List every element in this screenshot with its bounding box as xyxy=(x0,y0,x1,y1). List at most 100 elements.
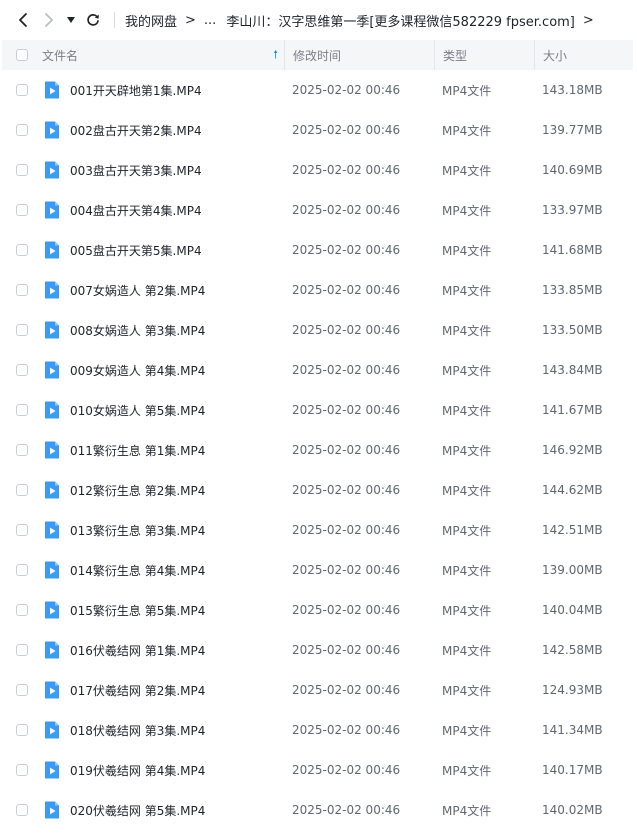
file-name[interactable]: 016伏羲结网 第1集.MP4 xyxy=(70,642,205,659)
file-row[interactable]: 007女娲造人 第2集.MP4 2025-02-02 00:46 MP4文件 1… xyxy=(2,270,633,310)
file-name[interactable]: 001开天辟地第1集.MP4 xyxy=(70,82,202,99)
back-button[interactable] xyxy=(10,7,36,33)
video-file-icon xyxy=(45,81,59,99)
row-checkbox[interactable] xyxy=(16,444,28,456)
file-name[interactable]: 010女娲造人 第5集.MP4 xyxy=(70,402,205,419)
video-file-icon xyxy=(45,281,59,299)
row-checkbox[interactable] xyxy=(16,84,28,96)
row-check-cell xyxy=(2,484,42,496)
row-checkbox[interactable] xyxy=(16,284,28,296)
row-checkbox[interactable] xyxy=(16,124,28,136)
file-name[interactable]: 005盘古开天第5集.MP4 xyxy=(70,242,202,259)
file-name[interactable]: 004盘古开天第4集.MP4 xyxy=(70,202,202,219)
row-check-cell xyxy=(2,284,42,296)
file-type: MP4文件 xyxy=(442,83,492,98)
file-row[interactable]: 016伏羲结网 第1集.MP4 2025-02-02 00:46 MP4文件 1… xyxy=(2,630,633,670)
row-checkbox[interactable] xyxy=(16,764,28,776)
file-name[interactable]: 019伏羲结网 第4集.MP4 xyxy=(70,762,205,779)
file-modified-time: 2025-02-02 00:46 xyxy=(292,363,401,377)
breadcrumb-current[interactable]: 李山川：汉字思维第一季[更多课程微信582229 fpser.com] xyxy=(226,11,575,30)
row-checkbox[interactable] xyxy=(16,604,28,616)
column-header-name[interactable]: 文件名 🠕 xyxy=(42,46,284,65)
video-file-icon xyxy=(45,121,59,139)
file-row[interactable]: 015繁衍生息 第5集.MP4 2025-02-02 00:46 MP4文件 1… xyxy=(2,590,633,630)
file-name-cell: 008女娲造人 第3集.MP4 xyxy=(42,320,284,340)
file-name[interactable]: 018伏羲结网 第3集.MP4 xyxy=(70,722,205,739)
breadcrumb-root[interactable]: 我的网盘 xyxy=(125,11,177,30)
file-list-header: 文件名 🠕 修改时间 类型 大小 xyxy=(2,40,633,70)
row-checkbox[interactable] xyxy=(16,804,28,816)
file-row[interactable]: 014繁衍生息 第4集.MP4 2025-02-02 00:46 MP4文件 1… xyxy=(2,550,633,590)
file-row[interactable]: 013繁衍生息 第3集.MP4 2025-02-02 00:46 MP4文件 1… xyxy=(2,510,633,550)
file-type: MP4文件 xyxy=(442,683,492,698)
file-name[interactable]: 011繁衍生息 第1集.MP4 xyxy=(70,442,205,459)
column-header-type[interactable]: 类型 xyxy=(434,40,534,70)
row-checkbox[interactable] xyxy=(16,684,28,696)
file-row[interactable]: 012繁衍生息 第2集.MP4 2025-02-02 00:46 MP4文件 1… xyxy=(2,470,633,510)
file-name-cell: 001开天辟地第1集.MP4 xyxy=(42,80,284,100)
file-row[interactable]: 009女娲造人 第4集.MP4 2025-02-02 00:46 MP4文件 1… xyxy=(2,350,633,390)
row-checkbox[interactable] xyxy=(16,364,28,376)
file-name-cell: 015繁衍生息 第5集.MP4 xyxy=(42,600,284,620)
file-row[interactable]: 005盘古开天第5集.MP4 2025-02-02 00:46 MP4文件 14… xyxy=(2,230,633,270)
history-dropdown-button[interactable] xyxy=(62,7,80,33)
row-checkbox[interactable] xyxy=(16,524,28,536)
file-name[interactable]: 015繁衍生息 第5集.MP4 xyxy=(70,602,205,619)
file-name[interactable]: 002盘古开天第2集.MP4 xyxy=(70,122,202,139)
file-row[interactable]: 019伏羲结网 第4集.MP4 2025-02-02 00:46 MP4文件 1… xyxy=(2,750,633,790)
file-type: MP4文件 xyxy=(442,523,492,538)
row-checkbox[interactable] xyxy=(16,484,28,496)
breadcrumb-ellipsis[interactable]: ... xyxy=(204,13,216,28)
video-file-icon xyxy=(45,401,59,419)
column-header-size[interactable]: 大小 xyxy=(534,40,624,70)
column-header-time[interactable]: 修改时间 xyxy=(284,40,434,70)
file-size: 142.51MB xyxy=(542,523,603,537)
row-checkbox[interactable] xyxy=(16,404,28,416)
file-row[interactable]: 010女娲造人 第5集.MP4 2025-02-02 00:46 MP4文件 1… xyxy=(2,390,633,430)
file-name[interactable]: 014繁衍生息 第4集.MP4 xyxy=(70,562,205,579)
video-file-icon xyxy=(45,161,59,179)
sort-ascending-icon[interactable]: 🠕 xyxy=(273,46,278,65)
file-row[interactable]: 020伏羲结网 第5集.MP4 2025-02-02 00:46 MP4文件 1… xyxy=(2,790,633,830)
breadcrumb-expand-icon[interactable]: > xyxy=(583,13,594,28)
row-checkbox[interactable] xyxy=(16,204,28,216)
row-checkbox[interactable] xyxy=(16,164,28,176)
file-row[interactable]: 018伏羲结网 第3集.MP4 2025-02-02 00:46 MP4文件 1… xyxy=(2,710,633,750)
toolbar: 我的网盘 > ... 李山川：汉字思维第一季[更多课程微信582229 fpse… xyxy=(0,0,637,40)
file-name[interactable]: 020伏羲结网 第5集.MP4 xyxy=(70,802,205,819)
video-file-icon xyxy=(45,321,59,339)
file-row[interactable]: 001开天辟地第1集.MP4 2025-02-02 00:46 MP4文件 14… xyxy=(2,70,633,110)
file-name-cell: 002盘古开天第2集.MP4 xyxy=(42,120,284,140)
file-name[interactable]: 009女娲造人 第4集.MP4 xyxy=(70,362,205,379)
file-size: 139.77MB xyxy=(542,123,603,137)
file-name[interactable]: 003盘古开天第3集.MP4 xyxy=(70,162,202,179)
file-modified-time: 2025-02-02 00:46 xyxy=(292,483,401,497)
row-checkbox[interactable] xyxy=(16,644,28,656)
file-type: MP4文件 xyxy=(442,563,492,578)
file-name[interactable]: 007女娲造人 第2集.MP4 xyxy=(70,282,205,299)
file-name[interactable]: 017伏羲结网 第2集.MP4 xyxy=(70,682,205,699)
row-checkbox[interactable] xyxy=(16,724,28,736)
row-check-cell xyxy=(2,724,42,736)
file-name-cell: 013繁衍生息 第3集.MP4 xyxy=(42,520,284,540)
file-row[interactable]: 002盘古开天第2集.MP4 2025-02-02 00:46 MP4文件 13… xyxy=(2,110,633,150)
row-checkbox[interactable] xyxy=(16,324,28,336)
row-check-cell xyxy=(2,244,42,256)
file-name-cell: 005盘古开天第5集.MP4 xyxy=(42,240,284,260)
file-name[interactable]: 008女娲造人 第3集.MP4 xyxy=(70,322,205,339)
file-size: 133.50MB xyxy=(542,323,603,337)
file-modified-time: 2025-02-02 00:46 xyxy=(292,123,401,137)
file-row[interactable]: 011繁衍生息 第1集.MP4 2025-02-02 00:46 MP4文件 1… xyxy=(2,430,633,470)
file-name[interactable]: 013繁衍生息 第3集.MP4 xyxy=(70,522,205,539)
file-row[interactable]: 017伏羲结网 第2集.MP4 2025-02-02 00:46 MP4文件 1… xyxy=(2,670,633,710)
file-row[interactable]: 003盘古开天第3集.MP4 2025-02-02 00:46 MP4文件 14… xyxy=(2,150,633,190)
row-checkbox[interactable] xyxy=(16,564,28,576)
refresh-button[interactable] xyxy=(80,7,106,33)
file-row[interactable]: 008女娲造人 第3集.MP4 2025-02-02 00:46 MP4文件 1… xyxy=(2,310,633,350)
select-all-checkbox[interactable] xyxy=(16,49,28,61)
select-all-cell xyxy=(2,49,42,61)
row-checkbox[interactable] xyxy=(16,244,28,256)
forward-button[interactable] xyxy=(36,7,62,33)
file-name[interactable]: 012繁衍生息 第2集.MP4 xyxy=(70,482,205,499)
file-row[interactable]: 004盘古开天第4集.MP4 2025-02-02 00:46 MP4文件 13… xyxy=(2,190,633,230)
